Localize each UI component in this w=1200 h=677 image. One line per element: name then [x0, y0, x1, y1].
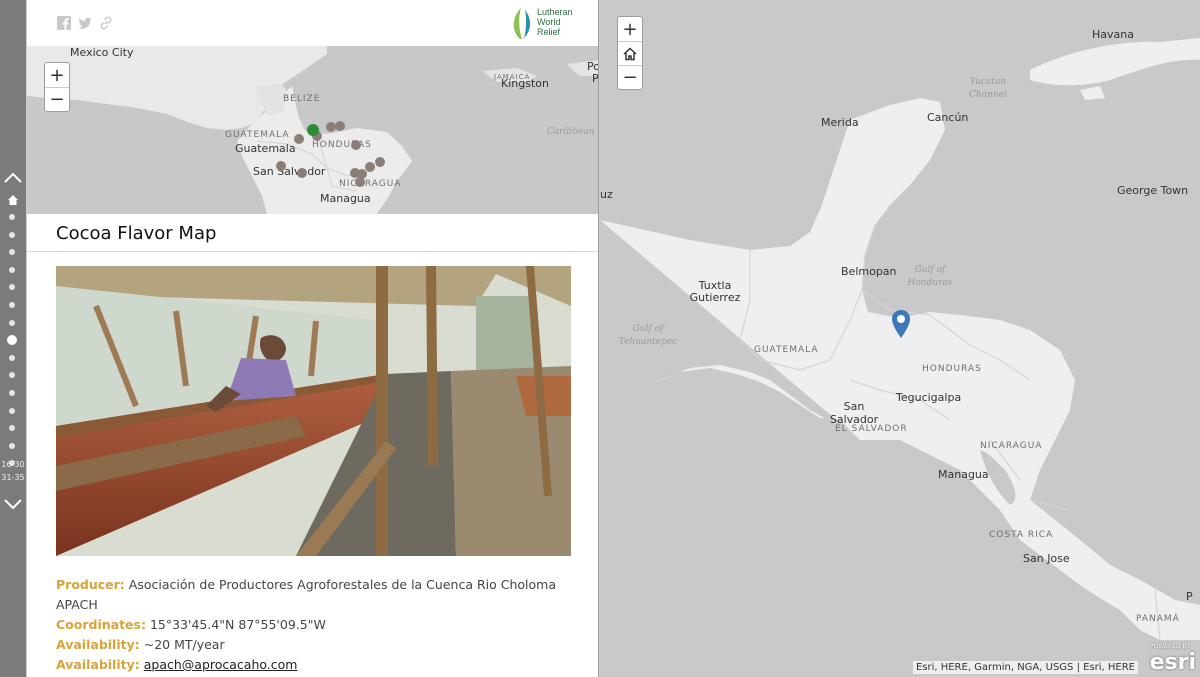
- map-city-tuxtla-gutierrez: Tuxtla Gutierrez: [689, 279, 741, 304]
- map-attribution[interactable]: Esri, HERE, Garmin, NGA, USGS | Esri, HE…: [912, 661, 1138, 674]
- leaf-logo-icon: [513, 8, 531, 39]
- overview-zoom-control: + −: [44, 62, 70, 112]
- nav-dot[interactable]: [9, 354, 15, 361]
- map-city-tegucigalpa: Tegucigalpa: [896, 391, 962, 404]
- main-zoom-out-button[interactable]: −: [618, 65, 642, 89]
- main-map[interactable]: Havana Merida Cancún George Town Belmopa…: [600, 0, 1200, 677]
- map-city-merida: Merida: [821, 116, 859, 129]
- nav-dot[interactable]: [9, 284, 15, 291]
- map-city-belmopan: Belmopan: [841, 265, 897, 278]
- map-city-uz: uz: [600, 188, 613, 201]
- producer-site-dot[interactable]: [297, 168, 307, 178]
- twitter-icon[interactable]: [78, 16, 92, 30]
- producer-site-dot[interactable]: [294, 134, 304, 144]
- cocoa-drying-photo: [56, 266, 571, 556]
- main-map-zoom-control: + −: [617, 16, 643, 90]
- coordinates-value: 15°33'45.4"N 87°55'09.5"W: [149, 617, 326, 632]
- home-icon: [8, 195, 18, 205]
- nav-dot[interactable]: [9, 390, 15, 396]
- availability-row: Availability: ~20 MT/year: [56, 635, 576, 655]
- nav-dot[interactable]: [9, 425, 15, 432]
- contact-label: Availability:: [56, 657, 140, 672]
- producer-details: Producer: Asociación de Productores Agro…: [56, 575, 576, 675]
- coordinates-label: Coordinates:: [56, 617, 146, 632]
- nav-dot[interactable]: [9, 214, 15, 220]
- story-map-app: 16-30 31-35 Lutheran World Relief Mexico…: [0, 0, 1200, 677]
- home-entry-button[interactable]: [0, 188, 26, 212]
- cocoa-drying-shed-illustration: [56, 266, 571, 556]
- lutheran-world-relief-logo[interactable]: Lutheran World Relief: [509, 4, 589, 42]
- main-zoom-in-button[interactable]: +: [618, 17, 642, 41]
- producer-site-dot[interactable]: [355, 177, 365, 187]
- contact-email-link[interactable]: apach@aprocacaho.com: [144, 657, 298, 672]
- map-country-nicaragua: NICARAGUA: [980, 441, 1043, 451]
- chevron-up-icon: [4, 172, 22, 183]
- range-label-2[interactable]: 31-35: [1, 473, 25, 482]
- overview-zoom-out-button[interactable]: −: [45, 87, 69, 111]
- producer-sites-layer: [276, 121, 385, 187]
- selected-location-marker[interactable]: [891, 309, 911, 339]
- producer-site-dot[interactable]: [326, 122, 336, 132]
- nav-dot[interactable]: [9, 407, 15, 414]
- chevron-down-icon: [4, 499, 22, 510]
- logo-text: Lutheran World Relief: [537, 7, 573, 37]
- producer-site-dot[interactable]: [276, 161, 286, 171]
- esri-powered-by: POWERED BY: [1149, 643, 1190, 650]
- nav-dot[interactable]: [9, 319, 15, 326]
- map-country-costa-rica: COSTA RICA: [989, 530, 1054, 540]
- facebook-icon[interactable]: [57, 16, 71, 30]
- map-city-san-jose: San Jose: [1023, 552, 1070, 565]
- overview-map[interactable]: Mexico City BELIZE GUATEMALA Guatemala H…: [27, 46, 598, 214]
- next-entry-button[interactable]: [0, 492, 26, 516]
- nav-dot[interactable]: [9, 302, 15, 308]
- story-title: Cocoa Flavor Map: [56, 223, 217, 244]
- coordinates-row: Coordinates: 15°33'45.4"N 87°55'09.5"W: [56, 615, 576, 635]
- story-panel: Lutheran World Relief Mexico City BELIZE…: [27, 0, 599, 677]
- main-home-button[interactable]: [618, 41, 642, 65]
- map-country-el-salvador: EL SALVADOR: [835, 424, 908, 434]
- nav-dot-active[interactable]: [7, 335, 17, 346]
- producer-label: Producer:: [56, 577, 125, 592]
- availability-value: ~20 MT/year: [143, 637, 225, 652]
- producer-site-dot[interactable]: [375, 157, 385, 167]
- map-country-honduras: HONDURAS: [922, 364, 982, 374]
- map-city-george-town: George Town: [1117, 184, 1189, 197]
- nav-dot[interactable]: [9, 266, 15, 273]
- map-country-panama: PANAMÁ: [1136, 614, 1180, 624]
- story-title-bar: Cocoa Flavor Map: [27, 214, 598, 252]
- producer-row: Producer: Asociación de Productores Agro…: [56, 575, 576, 615]
- overview-zoom-in-button[interactable]: +: [45, 63, 69, 87]
- map-city-managua: Managua: [938, 468, 989, 481]
- link-icon[interactable]: [99, 16, 113, 30]
- map-water-gulf-of-honduras: Gulf of Honduras: [907, 265, 953, 288]
- home-icon: [623, 46, 637, 60]
- producer-value: Asociación de Productores Agroforestales…: [56, 577, 556, 612]
- selected-producer-site-dot[interactable]: [307, 124, 319, 136]
- map-city-p: P: [1186, 590, 1193, 603]
- availability-label: Availability:: [56, 637, 140, 652]
- nav-dot[interactable]: [9, 372, 15, 379]
- map-city-san-salvador: San Salvador: [829, 400, 879, 426]
- map-water-gulf-of-tehuantepec: Gulf of Tehuantepec: [618, 324, 678, 347]
- producer-site-dot[interactable]: [351, 140, 361, 150]
- nav-dot[interactable]: [9, 231, 15, 238]
- range-label-1[interactable]: 16-30: [1, 460, 25, 469]
- esri-logo[interactable]: esri: [1150, 650, 1196, 675]
- story-navigation-rail: 16-30 31-35: [0, 0, 26, 677]
- map-city-havana: Havana: [1092, 28, 1134, 41]
- map-country-guatemala: GUATEMALA: [754, 345, 819, 355]
- contact-row: Availability: apach@aprocacaho.com: [56, 655, 576, 675]
- previous-entry-button[interactable]: [0, 166, 26, 190]
- panel-header: Lutheran World Relief: [27, 0, 598, 46]
- producer-site-dot[interactable]: [365, 162, 375, 172]
- producer-site-dot[interactable]: [335, 121, 345, 131]
- map-water-yucatan-channel: Yucatan Channel: [969, 77, 1007, 100]
- nav-dot[interactable]: [9, 442, 15, 449]
- nav-dot[interactable]: [9, 249, 15, 256]
- map-city-cancun: Cancún: [927, 111, 969, 124]
